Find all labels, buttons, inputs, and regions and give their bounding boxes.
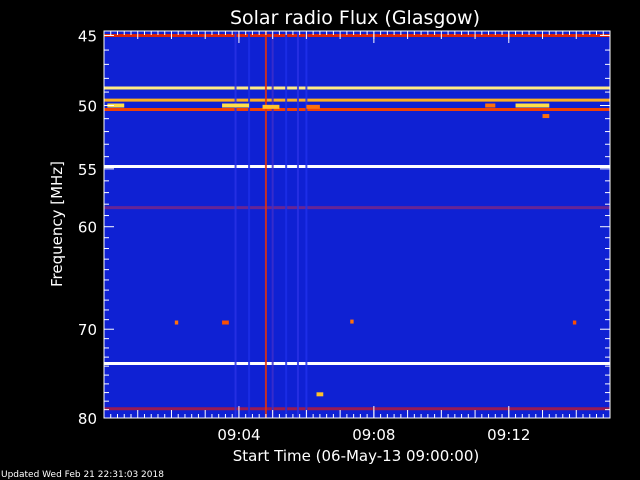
chart-title: Solar radio Flux (Glasgow)	[230, 7, 480, 29]
burst	[515, 103, 550, 108]
burst	[572, 320, 577, 325]
burst	[262, 104, 280, 109]
spectrogram-plot	[104, 31, 610, 418]
burst	[485, 103, 496, 108]
burst	[222, 320, 229, 325]
y-tick-label: 45	[78, 27, 97, 45]
y-axis-label: Frequency [MHz]	[48, 161, 66, 287]
y-tick-label: 80	[78, 410, 97, 428]
updated-timestamp: Updated Wed Feb 21 22:31:03 2018	[1, 470, 164, 480]
x-tick-label: 09:04	[217, 426, 260, 444]
y-tick-label: 70	[78, 321, 97, 339]
burst	[350, 319, 354, 324]
burst	[316, 392, 324, 397]
burst	[306, 104, 320, 109]
spectrogram-figure: Solar radio Flux (Glasgow) 09:04 09:08 09:…	[0, 0, 640, 480]
burst	[174, 320, 179, 325]
x-tick-label: 09:08	[352, 426, 395, 444]
x-axis-label: Start Time (06-May-13 09:00:00)	[233, 447, 479, 465]
y-tick-label: 60	[78, 219, 97, 237]
burst	[222, 103, 250, 108]
x-tick-label: 09:12	[487, 426, 530, 444]
burst	[542, 114, 550, 119]
y-tick-label: 50	[78, 98, 97, 116]
y-tick-label: 55	[78, 161, 97, 179]
